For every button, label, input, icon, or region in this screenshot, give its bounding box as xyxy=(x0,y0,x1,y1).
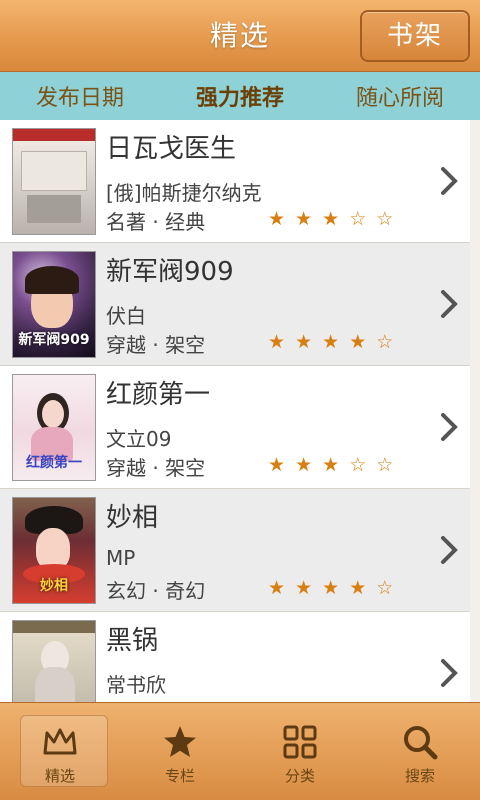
book-title: 妙相 xyxy=(106,503,159,533)
crown-icon xyxy=(43,728,77,755)
nav-column[interactable]: 专栏 xyxy=(120,703,240,800)
bottom-nav: 精选 专栏 分类 搜索 xyxy=(0,702,480,800)
book-cover xyxy=(12,128,96,235)
book-cover: 红颜第一 xyxy=(12,374,96,481)
book-cover: 妙相 xyxy=(12,497,96,604)
book-category: 穿越 · 架空 xyxy=(106,333,206,357)
book-cover xyxy=(12,620,96,702)
book-row[interactable]: 妙相 妙相 MP 玄幻 · 奇幻 ★ ★ ★ ★ ☆ xyxy=(0,489,470,612)
book-title: 红颜第一 xyxy=(106,380,211,410)
book-author: MP xyxy=(106,546,136,570)
book-category: 玄幻 · 奇幻 xyxy=(106,579,206,603)
nav-label: 精选 xyxy=(44,767,75,785)
sub-tab-bar: 发布日期 强力推荐 随心所阅 xyxy=(0,72,480,120)
tab-recommended[interactable]: 强力推荐 xyxy=(160,80,320,112)
top-bar: 精选 书架 xyxy=(0,0,480,72)
book-author: 常书欣 xyxy=(106,673,166,697)
rating-stars: ★ ★ ★ ★ ☆ xyxy=(268,331,396,353)
cover-title: 妙相 xyxy=(40,578,68,594)
cover-title: 红颜第一 xyxy=(26,455,82,471)
book-category: 名著 · 经典 xyxy=(106,210,206,234)
chevron-right-icon xyxy=(441,167,458,195)
book-title: 日瓦戈医生 xyxy=(106,134,237,164)
book-row[interactable]: 红颜第一 红颜第一 文立09 穿越 · 架空 ★ ★ ★ ☆ ☆ xyxy=(0,366,470,489)
tab-publish-date[interactable]: 发布日期 xyxy=(0,80,160,112)
grid-icon xyxy=(283,725,317,759)
book-title: 新军阀909 xyxy=(106,257,234,287)
chevron-right-icon xyxy=(441,536,458,564)
book-list: 日瓦戈医生 [俄]帕斯捷尔纳克 名著 · 经典 ★ ★ ★ ☆ ☆ 新军阀909… xyxy=(0,120,480,702)
chevron-right-icon xyxy=(441,413,458,441)
rating-stars: ★ ★ ★ ☆ ☆ xyxy=(268,454,396,476)
book-row[interactable]: 黑锅 常书欣 xyxy=(0,612,470,702)
book-author: [俄]帕斯捷尔纳克 xyxy=(106,181,262,205)
book-title: 黑锅 xyxy=(106,626,159,656)
star-icon xyxy=(164,726,196,757)
book-author: 文立09 xyxy=(106,427,172,451)
cover-title: 新军阀909 xyxy=(18,332,90,348)
book-category: 穿越 · 架空 xyxy=(106,456,206,480)
nav-categories[interactable]: 分类 xyxy=(240,703,360,800)
book-cover: 新军阀909 xyxy=(12,251,96,358)
nav-label: 专栏 xyxy=(164,767,195,785)
nav-label: 分类 xyxy=(284,767,315,785)
nav-label: 搜索 xyxy=(404,767,435,785)
book-row[interactable]: 新军阀909 新军阀909 伏白 穿越 · 架空 ★ ★ ★ ★ ☆ xyxy=(0,243,470,366)
book-row[interactable]: 日瓦戈医生 [俄]帕斯捷尔纳克 名著 · 经典 ★ ★ ★ ☆ ☆ xyxy=(0,120,470,243)
chevron-right-icon xyxy=(441,659,458,687)
rating-stars: ★ ★ ★ ★ ☆ xyxy=(268,577,396,599)
nav-search[interactable]: 搜索 xyxy=(360,703,480,800)
bookshelf-button[interactable]: 书架 xyxy=(360,10,470,62)
book-author: 伏白 xyxy=(106,304,146,328)
search-icon xyxy=(404,726,438,760)
rating-stars: ★ ★ ★ ☆ ☆ xyxy=(268,208,396,230)
nav-featured[interactable]: 精选 xyxy=(0,703,120,800)
tab-random-read[interactable]: 随心所阅 xyxy=(320,80,480,112)
chevron-right-icon xyxy=(441,290,458,318)
